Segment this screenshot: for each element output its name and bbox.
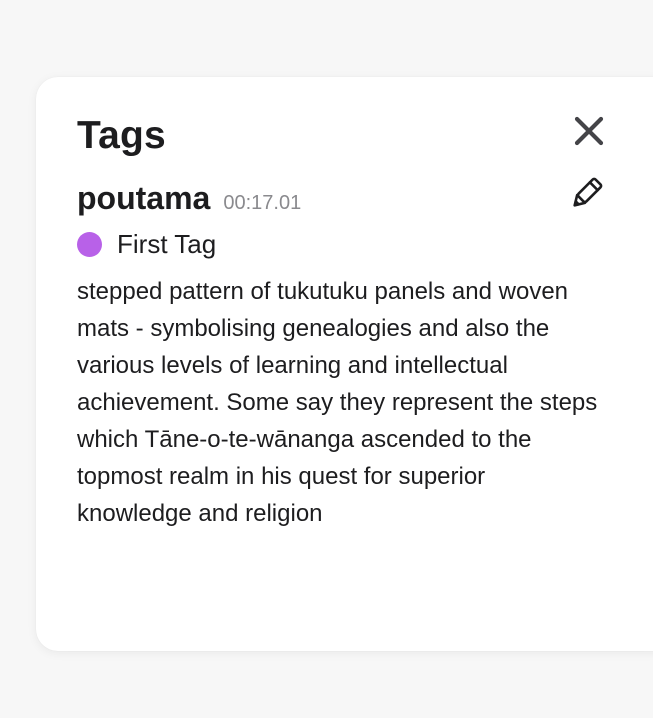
tag-name: poutama (77, 180, 211, 216)
close-button[interactable] (572, 114, 606, 148)
panel-title: Tags (77, 114, 166, 157)
close-icon (574, 116, 604, 146)
edit-button[interactable] (567, 175, 605, 213)
tag-description: stepped pattern of tukutuku panels and w… (77, 278, 598, 527)
tag-timestamp: 00:17.01 (223, 192, 302, 214)
tags-panel: Tags poutama 00:17.01 First Tag stepped … (36, 77, 653, 651)
tag-label-row: First Tag (77, 228, 216, 260)
tag-color-dot (77, 231, 102, 257)
tag-header: poutama 00:17.01 (77, 178, 301, 218)
pencil-icon (573, 177, 603, 207)
tag-label: First Tag (117, 229, 217, 259)
